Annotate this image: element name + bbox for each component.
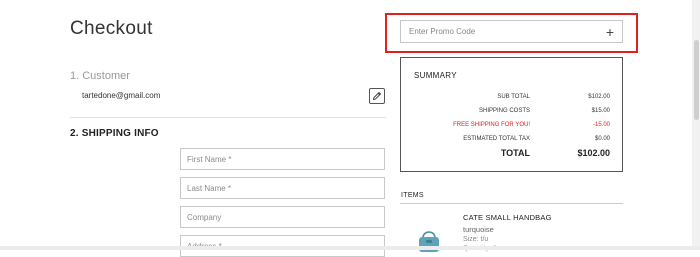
item-color: turquoise — [463, 225, 494, 234]
free-shipping-value: -15.00 — [592, 122, 610, 128]
item-name[interactable]: CATE SMALL HANDBAG — [463, 213, 552, 222]
promo-code-box[interactable]: + — [400, 20, 623, 43]
items-divider — [400, 203, 623, 204]
shipping-heading: 2. SHIPPING INFO — [70, 128, 159, 139]
total-value: $102.00 — [577, 148, 610, 158]
promo-code-input[interactable] — [409, 27, 579, 36]
page-title: Checkout — [70, 18, 153, 39]
bottom-bar — [0, 246, 700, 250]
free-shipping-label: FREE SHIPPING FOR YOU! — [453, 122, 530, 128]
shipping-costs-label: SHIPPING COSTS — [478, 108, 530, 114]
last-name-field[interactable] — [180, 177, 385, 199]
first-name-field[interactable] — [180, 148, 385, 170]
tax-value: $0.00 — [594, 136, 610, 142]
customer-heading: 1. Customer — [70, 70, 130, 82]
edit-customer-button[interactable] — [369, 88, 385, 104]
company-field[interactable] — [180, 206, 385, 228]
scrollbar-thumb[interactable] — [694, 40, 699, 120]
plus-icon[interactable]: + — [606, 25, 614, 39]
subtotal-label: SUB TOTAL — [497, 94, 530, 100]
items-heading: ITEMS — [401, 192, 424, 199]
tax-label: ESTIMATED TOTAL TAX — [463, 136, 530, 142]
shipping-costs-value: $15.00 — [591, 108, 610, 114]
item-size: Size: t/u — [463, 236, 489, 243]
summary-title: SUMMARY — [414, 71, 457, 80]
total-label: TOTAL — [500, 148, 530, 158]
section-divider — [70, 117, 386, 118]
scrollbar-track[interactable] — [692, 0, 700, 250]
subtotal-value: $102.00 — [588, 94, 610, 100]
pencil-icon — [372, 91, 382, 101]
customer-email: tartedone@gmail.com — [82, 91, 161, 100]
